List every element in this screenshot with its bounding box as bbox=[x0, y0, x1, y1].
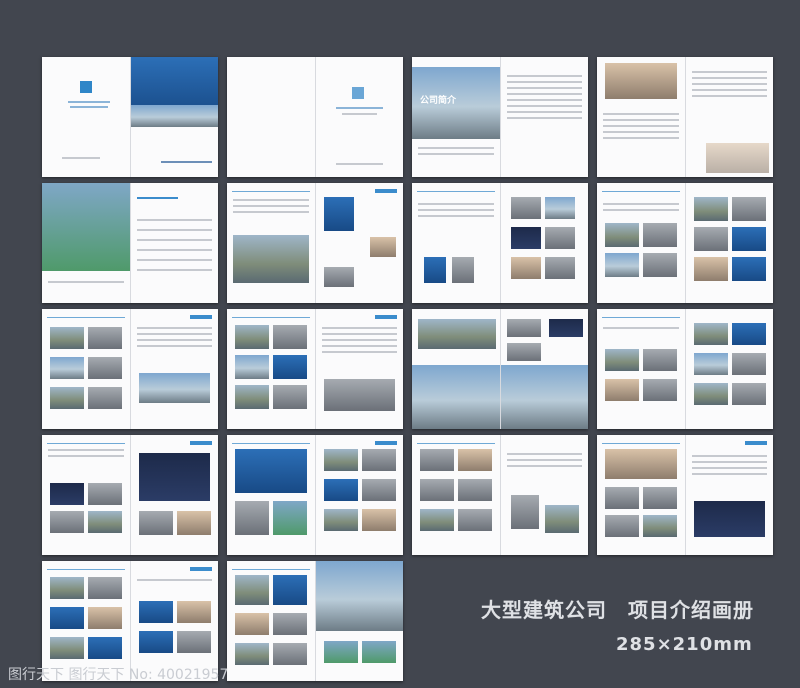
brochure-page bbox=[500, 309, 588, 429]
brochure-spread-gallery bbox=[42, 435, 218, 555]
brochure-page bbox=[227, 57, 316, 177]
brochure-title: 大型建筑公司 项目介绍画册 bbox=[481, 598, 754, 622]
brochure-page bbox=[130, 561, 218, 681]
brochure-page bbox=[227, 183, 316, 303]
brochure-page bbox=[597, 57, 686, 177]
brochure-page bbox=[412, 309, 501, 429]
brochure-spread-gallery bbox=[227, 309, 403, 429]
brochure-page bbox=[315, 183, 403, 303]
brochure-page bbox=[42, 183, 131, 303]
brochure-spread-culture bbox=[597, 57, 773, 177]
brochure-spread-gallery bbox=[597, 435, 773, 555]
brochure-page bbox=[227, 435, 316, 555]
brochure-spread-overview bbox=[227, 183, 403, 303]
brochure-page bbox=[130, 435, 218, 555]
brochure-page bbox=[685, 57, 773, 177]
brochure-page bbox=[42, 309, 131, 429]
brochure-page: 公司简介 bbox=[412, 57, 501, 177]
brochure-size: 285×210mm bbox=[616, 634, 753, 655]
brochure-spread-gallery bbox=[227, 561, 403, 681]
brochure-page bbox=[500, 57, 588, 177]
brochure-page bbox=[315, 435, 403, 555]
brochure-page bbox=[412, 183, 501, 303]
brochure-spread-gallery bbox=[42, 309, 218, 429]
brochure-spread-gallery bbox=[597, 309, 773, 429]
brochure-page bbox=[130, 57, 218, 177]
company-logo-icon bbox=[80, 81, 92, 93]
brochure-page bbox=[130, 309, 218, 429]
brochure-spread-cover bbox=[42, 57, 218, 177]
brochure-spread-gallery bbox=[597, 183, 773, 303]
watermark-text: 图行天下 图行天下 No: 40021957 bbox=[8, 667, 229, 683]
brochure-spread-intro: 公司简介 bbox=[412, 57, 588, 177]
brochure-spread-contents bbox=[42, 183, 218, 303]
brochure-spread-gallery bbox=[227, 435, 403, 555]
brochure-page bbox=[597, 435, 686, 555]
brochure-page bbox=[500, 435, 588, 555]
brochure-page bbox=[315, 309, 403, 429]
brochure-spread-fullbleed bbox=[412, 309, 588, 429]
brochure-page bbox=[227, 309, 316, 429]
brochure-page bbox=[130, 183, 218, 303]
brochure-page bbox=[227, 561, 316, 681]
brochure-spread-gallery bbox=[412, 435, 588, 555]
brochure-page bbox=[412, 435, 501, 555]
intro-page-label: 公司简介 bbox=[420, 96, 457, 106]
brochure-page bbox=[597, 183, 686, 303]
brochure-page bbox=[685, 183, 773, 303]
brochure-page bbox=[42, 57, 131, 177]
brochure-page bbox=[42, 435, 131, 555]
brochure-page bbox=[685, 309, 773, 429]
brochure-page bbox=[685, 435, 773, 555]
brochure-spread-gallery bbox=[42, 561, 218, 681]
brochure-page bbox=[42, 561, 131, 681]
brochure-spread-title bbox=[227, 57, 403, 177]
company-logo-icon bbox=[351, 87, 364, 99]
brochure-page bbox=[315, 561, 403, 681]
brochure-page bbox=[500, 183, 588, 303]
brochure-page bbox=[597, 309, 686, 429]
brochure-page bbox=[315, 57, 403, 177]
brochure-spread-gallery bbox=[412, 183, 588, 303]
